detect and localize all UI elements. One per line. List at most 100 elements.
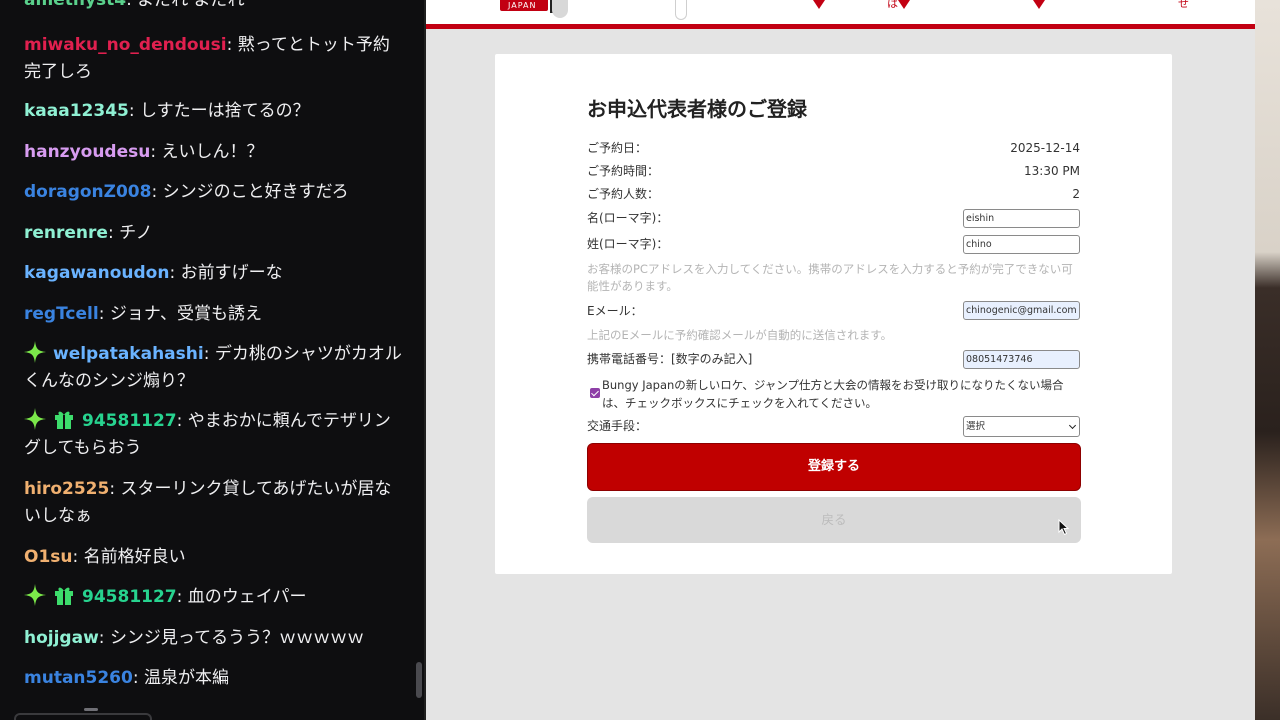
- sparkle-badge-icon[interactable]: [24, 584, 46, 606]
- chat-username[interactable]: hiro2525: [24, 479, 109, 499]
- chat-message: amethyst4: よだれ よだれ: [24, 0, 404, 14]
- chat-colon: :: [169, 263, 181, 283]
- nav-item-partial[interactable]: せ: [1178, 0, 1189, 11]
- chat-username[interactable]: renrenre: [24, 223, 108, 243]
- chat-message-text: チノ: [119, 223, 153, 243]
- nav-dropdown-arrow-icon[interactable]: [1033, 0, 1045, 9]
- nav-dropdown-arrow-icon[interactable]: [898, 0, 910, 9]
- chat-message: 94581127: 血のウェイパー: [24, 584, 404, 611]
- chat-message-text: しすたーは捨てるの？: [140, 101, 310, 121]
- transport-select[interactable]: 選択: [963, 416, 1080, 437]
- chat-message: kaaa12345: しすたーは捨てるの？: [24, 98, 404, 125]
- chat-colon: :: [226, 35, 238, 55]
- phone-label: 携帯電話番号：[数字のみ記入]: [587, 352, 753, 366]
- transport-label: 交通手段：: [587, 419, 648, 433]
- nav-dropdown-arrow-icon[interactable]: [813, 0, 825, 9]
- chat-message: hojjgaw: シンジ見ってるうう？ｗｗｗｗｗ: [24, 625, 404, 652]
- chat-panel: amethyst4: よだれ よだれ miwaku_no_dendousi: 黙っ…: [0, 0, 424, 720]
- browser-content: JAPAN は せ お申込代表者様のご登録 ご予約日： 2025-12-14 ご…: [424, 0, 1255, 720]
- figure-icon: [675, 0, 687, 20]
- opt-out-label: Bungy Japanの新しいロケ、ジャンプ仕方と大会の情報をお受け取りになりた…: [602, 378, 1064, 410]
- chat-message-text: よだれ よだれ: [137, 0, 245, 10]
- last-name-input[interactable]: chino: [963, 235, 1080, 254]
- chat-username[interactable]: mutan5260: [24, 668, 133, 688]
- page-title: お申込代表者様のご登録: [587, 97, 807, 121]
- bungy-japan-logo[interactable]: JAPAN: [500, 0, 568, 18]
- chat-username[interactable]: regTcell: [24, 304, 99, 324]
- chat-username[interactable]: 94581127: [82, 587, 177, 607]
- chat-colon: :: [72, 547, 84, 567]
- chat-colon: :: [203, 344, 215, 364]
- chat-colon: :: [176, 587, 188, 607]
- reservation-time-value: 13:30 PM: [1024, 164, 1080, 178]
- chat-message: hanzyoudesu: えいしん！？: [24, 139, 404, 166]
- party-size-label: ご予約人数：: [587, 187, 660, 201]
- chat-message-text: お前すげーな: [180, 263, 283, 283]
- header-red-line: [426, 24, 1255, 29]
- party-size-value: 2: [1072, 187, 1080, 201]
- chat-colon: :: [107, 223, 120, 243]
- chat-username[interactable]: miwaku_no_dendousi: [24, 35, 227, 55]
- email-input[interactable]: chinogenic@gmail.com: [963, 301, 1080, 320]
- chat-message: regTcell: ジョナ、受賞も誘え: [24, 301, 404, 328]
- chat-username[interactable]: 94581127: [82, 411, 177, 431]
- chat-colon: :: [98, 628, 110, 648]
- sparkle-badge-icon[interactable]: [24, 341, 46, 363]
- chat-message: hiro2525: スターリンク貸してあげたいが居ないしなぁ: [24, 476, 404, 530]
- first-name-input[interactable]: eishin: [963, 209, 1080, 228]
- webcam-overlay: [1255, 0, 1280, 720]
- nav-item-partial[interactable]: は: [887, 0, 898, 11]
- chat-message: renrenre: チノ: [24, 220, 404, 247]
- logo-figure-icon: [552, 0, 568, 18]
- gift-badge-icon[interactable]: [53, 584, 75, 606]
- registration-card: お申込代表者様のご登録 ご予約日： 2025-12-14 ご予約時間： 13:3…: [495, 54, 1172, 574]
- register-button[interactable]: 登録する: [587, 443, 1081, 491]
- pc-address-note: お客様のPCアドレスを入力してください。携帯のアドレスを入力すると予約が完了でき…: [587, 262, 1073, 293]
- chat-colon: :: [151, 182, 163, 202]
- reservation-date-label: ご予約日：: [587, 141, 648, 155]
- chat-message-text: やまおかに頼んでテザリングしてもらおう: [24, 411, 391, 458]
- chat-username[interactable]: kagawanoudon: [24, 263, 169, 283]
- back-button[interactable]: 戻る: [587, 497, 1081, 543]
- chat-message: O1su: 名前格好良い: [24, 544, 404, 571]
- chat-message: welpatakahashi: デカ桃のシャツがカオルくんなのシンジ煽り？: [24, 341, 404, 395]
- chat-colon: :: [98, 304, 110, 324]
- chat-username[interactable]: doragonZ008: [24, 182, 151, 202]
- chat-username[interactable]: hanzyoudesu: [24, 142, 150, 162]
- email-label: Eメール：: [587, 304, 643, 318]
- chat-username[interactable]: welpatakahashi: [53, 344, 204, 364]
- opt-out-checkbox[interactable]: [590, 388, 600, 398]
- reservation-date-value: 2025-12-14: [1010, 141, 1080, 155]
- chat-message-text: ジョナ、受賞も誘え: [109, 304, 262, 324]
- chat-username[interactable]: O1su: [24, 547, 73, 567]
- chat-scrollbar[interactable]: [416, 662, 422, 698]
- phone-input[interactable]: 08051473746: [963, 350, 1080, 369]
- chat-message-text: シンジ見ってるうう？ｗｗｗｗｗ: [109, 628, 365, 648]
- chat-message: kagawanoudon: お前すげーな: [24, 260, 404, 287]
- chat-username[interactable]: amethyst4: [24, 0, 126, 10]
- chat-colon: :: [176, 411, 188, 431]
- chat-colon: :: [126, 0, 138, 10]
- transport-selected-value: 選択: [966, 421, 986, 432]
- chat-message-text: えいしん！？: [161, 142, 264, 162]
- chat-username[interactable]: kaaa12345: [24, 101, 129, 121]
- sparkle-badge-icon[interactable]: [24, 408, 46, 430]
- chat-username[interactable]: hojjgaw: [24, 628, 99, 648]
- site-header: JAPAN は せ: [426, 0, 1255, 24]
- chat-message-text: 温泉が本編: [143, 668, 229, 688]
- gift-badge-icon[interactable]: [53, 408, 75, 430]
- chevron-down-icon: [1068, 421, 1077, 430]
- chat-message-text: シンジのこと好きすだろ: [162, 182, 349, 202]
- chat-colon: :: [150, 142, 162, 162]
- chat-input-handle[interactable]: [84, 708, 98, 711]
- chat-message-text: 血のウェイパー: [187, 587, 307, 607]
- mouse-cursor-icon: [1058, 519, 1070, 536]
- reservation-time-label: ご予約時間：: [587, 164, 660, 178]
- chat-message: 94581127: やまおかに頼んでテザリングしてもらおう: [24, 408, 404, 462]
- chat-message: miwaku_no_dendousi: 黙ってとトット予約完了しろ: [24, 32, 404, 86]
- last-name-label: 姓(ローマ字)：: [587, 237, 669, 251]
- logo-text: JAPAN: [508, 1, 537, 10]
- chat-message-text: 名前格好良い: [83, 547, 186, 567]
- chat-input-box[interactable]: [14, 713, 152, 720]
- first-name-label: 名(ローマ字)：: [587, 211, 669, 225]
